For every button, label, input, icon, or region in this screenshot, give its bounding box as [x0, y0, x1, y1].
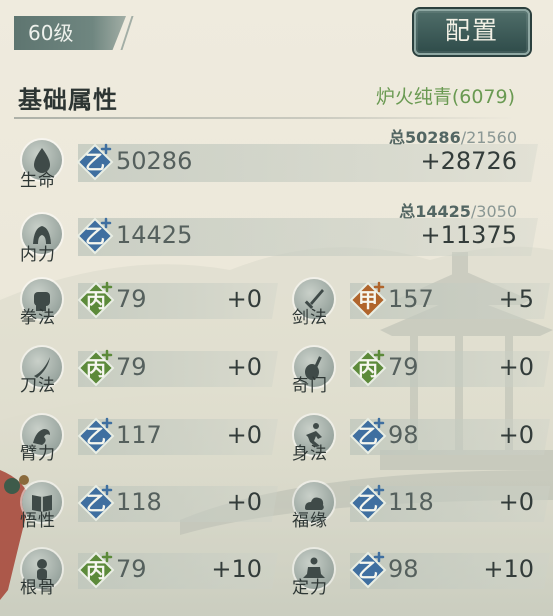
stat-label: 内力 — [20, 245, 56, 265]
stat-label: 拳法 — [20, 308, 56, 328]
stat-bonus-value: +0 — [226, 353, 262, 381]
stat-base-value: 79 — [116, 555, 147, 583]
stat-bonus-value: +11375 — [420, 221, 517, 249]
grade-badge: 乙 — [348, 416, 388, 456]
grade-badge: 丙 — [76, 348, 116, 388]
stat-label: 根骨 — [20, 578, 56, 598]
grade-character: 丙 — [86, 558, 106, 582]
set-bonus-name: 炉火纯青(6079) — [375, 86, 515, 108]
stat-label: 定力 — [292, 578, 328, 598]
stat-base-value: 79 — [388, 353, 419, 381]
stat-label: 身法 — [292, 444, 328, 464]
grade-badge: 丙 — [76, 280, 116, 320]
stat-bonus-value: +0 — [226, 421, 262, 449]
grade-character: 乙 — [86, 424, 106, 448]
stat-label: 剑法 — [292, 308, 328, 328]
stat-bonus-value: +0 — [498, 488, 534, 516]
grade-character: 乙 — [358, 424, 378, 448]
stat-base-value: 118 — [388, 488, 434, 516]
grade-badge: 乙 — [348, 483, 388, 523]
grade-character: 丙 — [86, 356, 106, 380]
grade-badge: 乙 — [76, 483, 116, 523]
grade-character: 乙 — [358, 491, 378, 515]
stat-base-value: 98 — [388, 555, 419, 583]
stat-base-value: 118 — [116, 488, 162, 516]
grade-badge: 丙 — [348, 348, 388, 388]
stat-base-value: 79 — [116, 353, 147, 381]
stat-bonus-value: +0 — [226, 488, 262, 516]
stat-bonus-value: +0 — [226, 285, 262, 313]
stat-label: 臂力 — [20, 444, 56, 464]
config-button[interactable]: 配置 — [414, 9, 530, 55]
grade-character: 丙 — [358, 356, 378, 380]
stat-base-value: 98 — [388, 421, 419, 449]
stat-base-value: 79 — [116, 285, 147, 313]
stat-label: 悟性 — [20, 511, 56, 531]
stat-bonus-value: +5 — [498, 285, 534, 313]
grade-character: 甲 — [358, 288, 378, 312]
stat-base-value: 117 — [116, 421, 162, 449]
grade-badge: 乙 — [75, 216, 115, 256]
stat-bonus-value: +10 — [211, 555, 262, 583]
grade-character: 乙 — [85, 224, 105, 248]
section-divider — [14, 117, 514, 119]
grade-badge: 甲 — [348, 280, 388, 320]
stat-label: 奇门 — [292, 376, 328, 396]
stat-label: 刀法 — [20, 376, 56, 396]
stat-bonus-value: +0 — [498, 421, 534, 449]
stat-base-value: 157 — [388, 285, 434, 313]
grade-character: 乙 — [85, 150, 105, 174]
stat-label: 生命 — [20, 171, 56, 191]
stat-base-value: 50286 — [116, 147, 193, 175]
stat-bonus-value: +0 — [498, 353, 534, 381]
grade-badge: 丙 — [76, 550, 116, 590]
grade-badge: 乙 — [348, 550, 388, 590]
stat-bonus-value: +10 — [483, 555, 534, 583]
stat-base-value: 14425 — [116, 221, 193, 249]
grade-character: 丙 — [86, 288, 106, 312]
section-title: 基础属性 — [18, 86, 118, 114]
grade-badge: 乙 — [76, 416, 116, 456]
grade-character: 乙 — [358, 558, 378, 582]
stat-label: 福缘 — [292, 511, 328, 531]
grade-character: 乙 — [86, 491, 106, 515]
grade-badge: 乙 — [75, 142, 115, 182]
stat-bonus-value: +28726 — [420, 147, 517, 175]
